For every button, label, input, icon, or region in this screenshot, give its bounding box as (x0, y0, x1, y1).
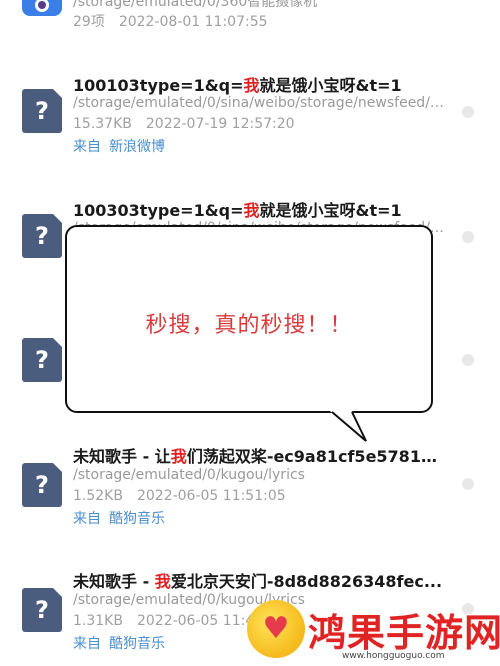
list-item[interactable]: ? 未知歌手 - 让我们荡起双桨-ec9a81cf5e57811... /sto… (0, 440, 500, 540)
file-path: /storage/emulated/0/sina/weibo/storage/n… (73, 95, 448, 111)
speech-bubble: 秒搜，真的秒搜！！ (65, 225, 433, 413)
unknown-file-icon: ? (22, 89, 62, 133)
file-title: 100303type=1&q=我就是饿小宝呀&t=1 (73, 201, 402, 220)
unknown-file-icon: ? (22, 588, 62, 632)
folder-date: 2022-08-01 11:07:55 (118, 14, 268, 30)
file-title: 未知歌手 - 我爱北京天安门-8d8d8826348fec... (73, 572, 443, 591)
file-meta: 1.52KB 2022-06-05 11:51:05 (73, 488, 286, 504)
watermark-text: 鸿果手游网 (307, 610, 500, 656)
file-source: 来自 酷狗音乐 (73, 636, 165, 652)
folder-item[interactable]: /storage/emulated/0/360智能摄像机 29项 2022-08-… (0, 0, 500, 32)
speech-bubble-tail (330, 411, 367, 442)
file-title: 未知歌手 - 让我们荡起双桨-ec9a81cf5e57811... (73, 447, 443, 466)
file-title: 100103type=1&q=我就是饿小宝呀&t=1 (73, 76, 402, 95)
unknown-file-icon: ? (22, 463, 62, 507)
file-date: 2022-06-05 11:51:05 (136, 488, 286, 504)
list-item[interactable]: ? 100103type=1&q=我就是饿小宝呀&t=1 /storage/em… (0, 66, 500, 166)
folder-path: /storage/emulated/0/360智能摄像机 (73, 0, 318, 10)
file-size: 1.52KB (73, 488, 123, 504)
unknown-file-icon: ? (22, 338, 62, 382)
camera-app-icon (22, 0, 62, 16)
file-date: 2022-06-05 11:49 (136, 613, 264, 629)
watermark-url: www.hongguoguo.com (342, 651, 445, 661)
file-meta: 1.31KB 2022-06-05 11:49 (73, 613, 263, 629)
select-radio[interactable] (462, 354, 474, 366)
file-size: 1.31KB (73, 613, 123, 629)
unknown-file-icon: ? (22, 214, 62, 258)
folder-meta: 29项 2022-08-01 11:07:55 (73, 11, 268, 31)
bubble-text: 秒搜，真的秒搜！！ (145, 313, 353, 338)
file-source: 来自 酷狗音乐 (73, 511, 165, 527)
file-date: 2022-07-19 12:57:20 (145, 116, 295, 132)
watermark-logo: ♥ (247, 600, 305, 658)
file-meta: 15.37KB 2022-07-19 12:57:20 (73, 116, 295, 132)
select-radio[interactable] (462, 106, 474, 118)
select-radio[interactable] (462, 478, 474, 490)
heart-icon: ♥ (262, 611, 290, 646)
folder-count: 29项 (73, 14, 105, 30)
select-radio[interactable] (462, 231, 474, 243)
file-path: /storage/emulated/0/kugou/lyrics (73, 467, 305, 483)
file-size: 15.37KB (73, 116, 132, 132)
file-source: 来自 新浪微博 (73, 139, 165, 155)
